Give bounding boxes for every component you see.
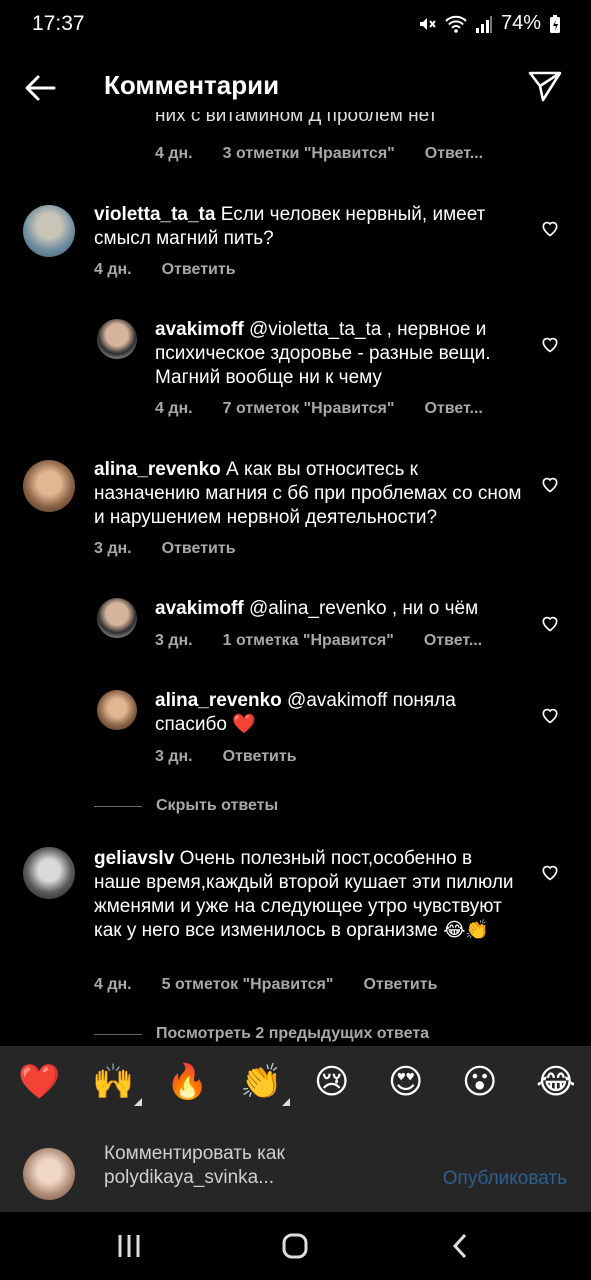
comment-likes[interactable]: 5 отметок "Нравится": [162, 976, 334, 994]
comment-username[interactable]: avakimoff: [155, 598, 244, 619]
avatar[interactable]: [97, 690, 137, 730]
mute-icon: [419, 17, 436, 30]
divider: [94, 1033, 142, 1035]
mention-link[interactable]: @alina_revenko: [249, 598, 387, 619]
mention-link[interactable]: @avakimoff: [287, 690, 387, 711]
comment-username[interactable]: alina_revenko: [94, 459, 221, 480]
skin-tone-indicator-icon: [282, 1098, 291, 1106]
reaction-bar: ❤️ 🙌 🔥 👏 😢 😍 😮 😂: [0, 1046, 591, 1124]
page-title: Комментарии: [104, 70, 280, 100]
comment-text: alina_revenko @avakimoff поняла спасибо …: [155, 690, 456, 735]
reaction-heart-eyes[interactable]: 😍: [388, 1062, 423, 1102]
comment-text: avakimoff @violetta_ta_ta , нервное и пс…: [155, 319, 491, 388]
reaction-surprised[interactable]: 😮: [462, 1062, 497, 1102]
comment-meta: 4 дн. 7 отметок "Нравится" Ответ...: [155, 400, 483, 418]
comment-meta: 4 дн. Ответить: [94, 261, 236, 279]
comment-likes[interactable]: 3 отметки "Нравится": [223, 145, 395, 163]
comment-time: 4 дн.: [94, 976, 132, 993]
comment-username[interactable]: geliavslv: [94, 848, 174, 869]
heart-icon[interactable]: [540, 705, 560, 725]
avatar: [23, 1148, 75, 1200]
avatar[interactable]: [23, 460, 75, 512]
signal-icon: [475, 15, 492, 33]
reply-button[interactable]: Ответ...: [425, 145, 483, 163]
reply-button[interactable]: Ответ...: [424, 400, 482, 418]
status-time: 17:37: [32, 12, 85, 35]
reply-button[interactable]: Ответить: [162, 540, 236, 558]
avatar[interactable]: [97, 598, 137, 638]
comment-meta: 3 дн. Ответить: [94, 540, 236, 558]
comment-time: 3 дн.: [94, 540, 132, 557]
reaction-heart[interactable]: ❤️: [18, 1062, 60, 1102]
heart-icon[interactable]: [540, 613, 560, 633]
battery-icon: [550, 14, 560, 33]
view-replies-button[interactable]: Посмотреть 2 предыдущих ответа: [94, 1025, 429, 1043]
comment-username[interactable]: alina_revenko: [155, 690, 282, 711]
comment-time: 4 дн.: [94, 261, 132, 278]
partial-comment-text: них с витамином Д проблем нет: [155, 112, 438, 126]
comment-meta: 3 дн. Ответить: [155, 748, 297, 766]
comment-time: 3 дн.: [155, 748, 193, 765]
skin-tone-indicator-icon: [134, 1098, 143, 1106]
heart-icon[interactable]: [540, 218, 560, 238]
comment-time: 4 дн.: [155, 400, 193, 417]
comment-likes[interactable]: 7 отметок "Нравится": [223, 400, 395, 418]
system-navigation-bar: [0, 1212, 591, 1280]
avatar[interactable]: [97, 319, 137, 359]
arrow-left-icon[interactable]: [22, 70, 58, 106]
wifi-icon: [445, 15, 467, 33]
recent-apps-icon[interactable]: [116, 1232, 142, 1260]
comment-text: violetta_ta_ta Если человек нервный, име…: [94, 204, 486, 249]
divider: [94, 805, 142, 807]
comment-text: avakimoff @alina_revenko , ни о чём: [155, 598, 479, 619]
status-icons: 74%: [417, 12, 561, 35]
reply-button[interactable]: Ответ...: [424, 632, 482, 650]
comment-likes[interactable]: 1 отметка "Нравится": [223, 632, 394, 650]
mention-link[interactable]: @violetta_ta_ta: [249, 319, 381, 340]
reply-button[interactable]: Ответить: [223, 748, 297, 766]
reply-button[interactable]: Ответить: [162, 261, 236, 279]
publish-button[interactable]: Опубликовать: [443, 1168, 567, 1190]
hide-replies-button[interactable]: Скрыть ответы: [94, 797, 278, 815]
partial-comment-meta: 4 дн. 3 отметки "Нравится" Ответ...: [155, 145, 483, 163]
heart-icon[interactable]: [540, 334, 560, 354]
reaction-fire[interactable]: 🔥: [166, 1062, 208, 1102]
comment-text: alina_revenko А как вы относитесь к назн…: [94, 459, 522, 528]
status-bar: 17:37 74%: [0, 0, 591, 48]
comment-time: 4 дн.: [155, 145, 193, 162]
comment-time: 3 дн.: [155, 632, 193, 649]
paper-plane-icon[interactable]: [527, 68, 563, 104]
comment-input[interactable]: Комментировать как polydikaya_svinka...: [104, 1142, 285, 1190]
comment-text: geliavslv Очень полезный пост,особенно в…: [94, 848, 514, 941]
comment-username[interactable]: violetta_ta_ta: [94, 204, 215, 225]
battery-level: 74%: [500, 12, 541, 34]
reaction-raised-hands[interactable]: 🙌: [92, 1062, 143, 1106]
reaction-crying[interactable]: 😢: [314, 1062, 349, 1102]
comment-meta: 4 дн. 5 отметок "Нравится" Ответить: [94, 976, 437, 994]
heart-icon[interactable]: [540, 474, 560, 494]
reply-button[interactable]: Ответить: [363, 976, 437, 994]
reaction-clap[interactable]: 👏: [240, 1062, 291, 1106]
heart-icon[interactable]: [540, 862, 560, 882]
comment-meta: 3 дн. 1 отметка "Нравится" Ответ...: [155, 632, 482, 650]
reaction-laughing[interactable]: 😂: [536, 1062, 576, 1102]
comment-username[interactable]: avakimoff: [155, 319, 244, 340]
avatar[interactable]: [23, 847, 75, 899]
back-nav-icon[interactable]: [450, 1232, 470, 1260]
comment-composer: Комментировать как polydikaya_svinka... …: [0, 1124, 591, 1212]
home-icon[interactable]: [281, 1232, 309, 1260]
avatar[interactable]: [23, 205, 75, 257]
